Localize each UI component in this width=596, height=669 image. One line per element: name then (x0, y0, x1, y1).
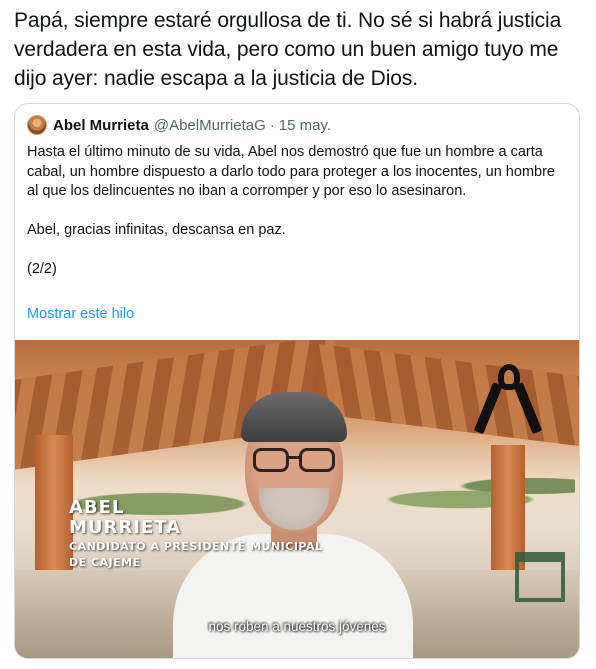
tweet-date[interactable]: 15 may. (279, 117, 331, 134)
quoted-paragraph: Hasta el último minuto de su vida, Abel … (27, 144, 555, 199)
lower-third-role: CANDIDATO A PRESIDENTE MUNICIPAL (69, 540, 323, 553)
lower-third-first-name: ABEL (69, 497, 125, 518)
quoted-tweet-header: Abel Murrieta @AbelMurrietaG · 15 may. (27, 114, 331, 136)
mourning-ribbon-icon (473, 364, 543, 436)
separator-dot: · (269, 116, 275, 134)
lower-third-role: DE CAJEME (69, 556, 141, 569)
quoted-paragraph: Abel, gracias infinitas, descansa en paz… (27, 222, 286, 238)
video-subtitle: nos roben a nuestros jóvenes (208, 619, 386, 634)
quoted-tweet-card[interactable]: Abel Murrieta @AbelMurrietaG · 15 may. H… (14, 103, 580, 659)
video-player[interactable]: ABEL MURRIETA CANDIDATO A PRESIDENTE MUN… (15, 340, 579, 658)
video-lower-third: ABEL MURRIETA CANDIDATO A PRESIDENTE MUN… (69, 498, 323, 570)
avatar[interactable] (27, 115, 47, 135)
quoted-tweet-body: Hasta el último minuto de su vida, Abel … (27, 143, 565, 280)
quoted-paragraph: (2/2) (27, 261, 57, 277)
tweet-text: Papá, siempre estaré orgullosa de ti. No… (14, 9, 562, 90)
video-bench (515, 552, 565, 602)
show-thread-link[interactable]: Mostrar este hilo (27, 306, 134, 322)
author-name[interactable]: Abel Murrieta (53, 117, 149, 134)
lower-third-last-name: MURRIETA (69, 517, 182, 538)
author-handle[interactable]: @AbelMurrietaG (154, 117, 266, 134)
